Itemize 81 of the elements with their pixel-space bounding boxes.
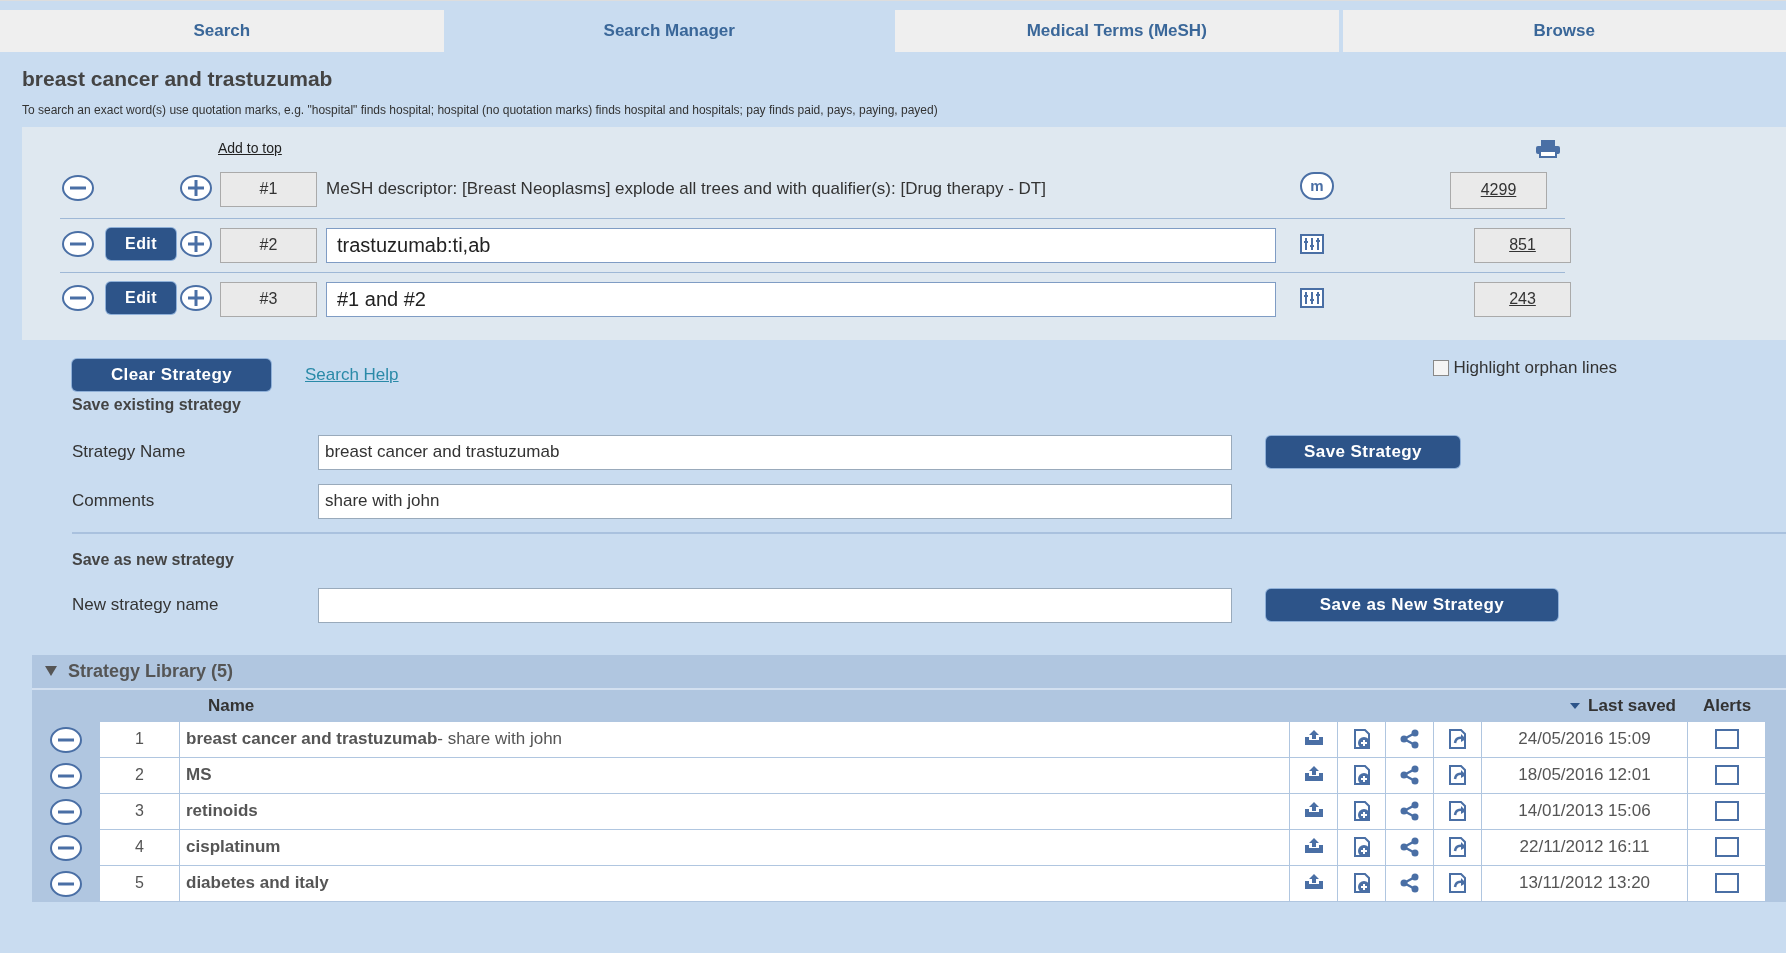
minus-icon[interactable] [50,870,82,897]
file-arrow-icon[interactable] [1446,801,1469,821]
save-strategy-button[interactable]: Save Strategy [1266,436,1460,468]
section-heading: Save existing strategy [72,394,242,415]
strategy-name[interactable]: MS [180,757,1290,794]
minus-icon[interactable] [50,762,82,789]
row-number: 3 [100,793,180,830]
plus-icon[interactable] [180,230,212,257]
share-icon[interactable] [1398,801,1421,821]
alert-checkbox[interactable] [1714,801,1739,821]
edit-button[interactable]: Edit [106,227,176,260]
file-arrow-icon[interactable] [1446,873,1469,893]
share-icon[interactable] [1398,837,1421,857]
column-header[interactable]: Last saved [1482,692,1688,719]
file-arrow-icon[interactable] [1446,729,1469,749]
minus-icon[interactable] [62,284,94,311]
minus-icon[interactable] [50,834,82,861]
last-saved-date: 18/05/2016 12:01 [1482,757,1688,794]
mesh-descriptor-text: MeSH descriptor: [Breast Neoplasms] explode all trees and with qualifier(s): [Drug therapy - DT] [326,177,1047,200]
last-saved-date: 13/11/2012 13:20 [1482,865,1688,902]
section-heading: Save as new strategy [72,549,235,570]
alert-checkbox[interactable] [1714,765,1739,785]
last-saved-date: 22/11/2012 16:11 [1482,829,1688,866]
line-number: #1 [220,171,317,207]
row-number: 2 [100,757,180,794]
share-icon[interactable] [1398,765,1421,785]
search-hint: To search an exact word(s) use quotation marks, e.g. "hospital" finds hospital; hospital (no quotation marks) finds hospital and hospitals; pay finds paid, pays, paying, payed) [22,101,939,119]
tab[interactable]: Search [0,10,444,52]
row-number: 4 [100,829,180,866]
save-as-new-strategy-button[interactable]: Save as New Strategy [1266,589,1558,621]
file-arrow-icon[interactable] [1446,765,1469,785]
strategy-name[interactable]: breast cancer and trastuzumab- share with john [180,721,1290,758]
minus-icon[interactable] [50,726,82,753]
minus-icon[interactable] [50,798,82,825]
edit-button[interactable]: Edit [106,281,176,314]
last-saved-date: 14/01/2013 15:06 [1482,793,1688,830]
sliders-icon[interactable] [1300,287,1324,308]
field-label: Comments [72,490,156,513]
plus-icon[interactable] [180,174,212,201]
column-header[interactable]: Name [180,692,1290,719]
checkbox-label: Highlight orphan lines [1453,357,1619,377]
tab[interactable]: Browse [1342,10,1786,52]
alert-checkbox[interactable] [1714,837,1739,857]
strategy-name[interactable]: diabetes and italy [180,865,1290,902]
search-line-field[interactable]: #1 and #2 [326,281,1276,317]
tab[interactable]: Medical Terms (MeSH) [895,10,1339,52]
row-number: 5 [100,865,180,902]
mesh-badge[interactable]: m [1300,171,1334,200]
text-field[interactable] [318,587,1232,623]
plus-icon[interactable] [180,284,212,311]
alert-checkbox[interactable] [1714,873,1739,893]
text-field[interactable]: breast cancer and trastuzumab [318,434,1232,470]
sort-caret-icon [1570,702,1581,709]
checkbox[interactable] [1432,359,1449,376]
clear-strategy-button[interactable]: Clear Strategy [72,358,271,391]
add-to-top-link[interactable]: Add to top [218,138,282,159]
line-number: #3 [220,281,317,317]
file-arrow-icon[interactable] [1446,837,1469,857]
triangle-down-icon[interactable] [44,665,58,677]
strategy-title: breast cancer and trastuzumab [22,66,334,92]
field-label: New strategy name [72,594,220,617]
section-title[interactable]: Strategy Library (5) [68,657,234,685]
line-number: #2 [220,227,317,263]
search-line-field[interactable]: trastuzumab:ti,ab [326,227,1276,263]
minus-icon[interactable] [62,174,94,201]
text-field[interactable]: share with john [318,483,1232,519]
sliders-icon[interactable] [1300,233,1324,254]
share-icon[interactable] [1398,729,1421,749]
result-count-link[interactable]: 851 [1474,227,1571,263]
strategy-name[interactable]: retinoids [180,793,1290,830]
result-count-link[interactable]: 243 [1474,281,1571,317]
alert-checkbox[interactable] [1714,729,1739,749]
print-icon[interactable] [1534,138,1561,159]
column-header[interactable]: Alerts [1688,692,1766,719]
result-count-link[interactable]: 4299 [1450,171,1547,209]
strategy-name[interactable]: cisplatinum [180,829,1290,866]
row-number: 1 [100,721,180,758]
share-icon[interactable] [1398,873,1421,893]
minus-icon[interactable] [62,230,94,257]
last-saved-date: 24/05/2016 15:09 [1482,721,1688,758]
field-label: Strategy Name [72,441,187,464]
